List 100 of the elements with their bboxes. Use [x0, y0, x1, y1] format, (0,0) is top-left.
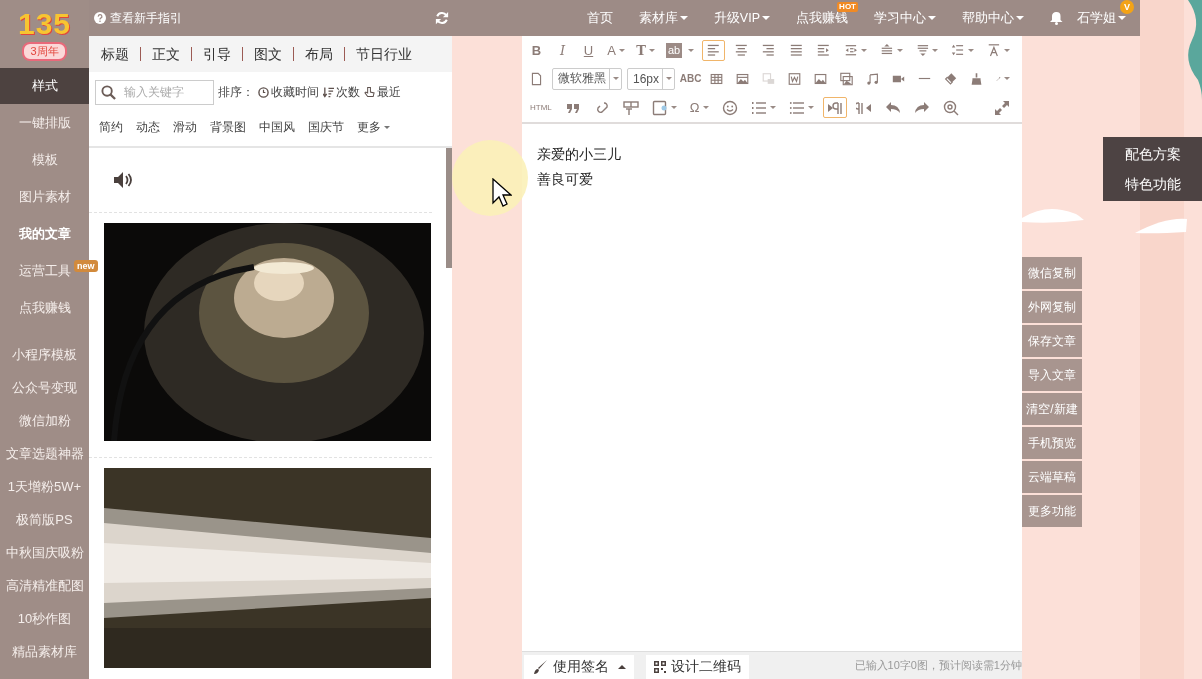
strikethrough-button[interactable]: ABC — [680, 68, 702, 90]
logo[interactable]: 135 3周年 — [0, 0, 89, 68]
nav-link[interactable]: 升级VIP — [713, 9, 770, 27]
sidebar-item[interactable]: 微信加粉 — [0, 404, 89, 437]
sidebar-item[interactable]: 一键排版 — [0, 104, 89, 141]
underline-button[interactable]: U — [578, 39, 599, 61]
sidebar-item[interactable]: 点我赚钱 — [0, 289, 89, 326]
qr-code-icon — [654, 661, 666, 673]
justify-icon — [788, 42, 804, 59]
sort-option[interactable]: 次数 — [323, 83, 360, 101]
caret-icon — [928, 16, 936, 20]
nav-link[interactable]: 素材库 — [638, 9, 688, 27]
new-badge: new — [74, 260, 98, 272]
sidebar-item[interactable]: 图片素材 — [0, 178, 89, 215]
sidebar-item[interactable]: 模板 — [0, 141, 89, 178]
left-to-right-button[interactable] — [822, 97, 847, 119]
nav-link[interactable]: 学习中心 — [874, 9, 936, 27]
select-field[interactable]: 微软雅黑 — [552, 68, 622, 90]
speaker-icon[interactable] — [113, 171, 133, 189]
html-button[interactable]: HTML — [526, 97, 556, 119]
select-field[interactable]: 16px — [627, 68, 676, 90]
clock-icon — [258, 86, 269, 98]
caret-icon — [618, 665, 626, 669]
sidebar-item[interactable]: 运营工具 — [18, 252, 71, 289]
signature-button[interactable]: 使用签名 — [524, 655, 634, 679]
sidebar-item[interactable]: 文章选题神器 — [0, 437, 89, 470]
editor-content[interactable]: 亲爱的小三儿 善良可爱 — [522, 124, 1022, 651]
text-line: 善良可爱 — [537, 170, 594, 189]
italic-button[interactable]: I — [552, 39, 573, 61]
filter-link[interactable]: 背景图 — [210, 118, 246, 136]
filter-link[interactable]: 国庆节 — [308, 118, 344, 136]
sidebar-item[interactable]: 公众号变现 — [0, 371, 89, 404]
find-icon — [942, 99, 959, 116]
action-button[interactable]: 保存文章 — [1022, 325, 1082, 357]
category-tab[interactable]: 布局 — [293, 47, 344, 61]
guide-link[interactable]: 查看新手指引 — [94, 9, 182, 27]
images-icon — [840, 71, 854, 87]
sort-option[interactable]: 最近 — [364, 83, 401, 101]
caret-icon — [1016, 16, 1024, 20]
action-button[interactable]: 更多功能 — [1022, 495, 1082, 527]
align-left-button[interactable] — [701, 39, 725, 61]
search-field[interactable]: 输入关键字 — [95, 79, 214, 105]
hot-badge: HOT — [837, 1, 858, 12]
category-tab[interactable]: 引导 — [191, 47, 242, 61]
sort-option[interactable]: 收藏时间 — [258, 83, 319, 101]
pointer-hand-icon — [364, 86, 375, 98]
highlight-button[interactable]: ab — [663, 39, 697, 61]
side-menu-item[interactable]: 配色方案 — [1103, 139, 1202, 169]
bold-button[interactable]: B — [526, 39, 547, 61]
filter-link[interactable]: 动态 — [136, 118, 160, 136]
eraser-icon — [944, 71, 958, 87]
action-button[interactable]: 手机预览 — [1022, 427, 1082, 459]
sidebar-item[interactable]: 中秋国庆吸粉 — [0, 536, 89, 569]
category-tab[interactable]: 标题 — [101, 47, 140, 61]
category-tab[interactable]: 图文 — [242, 47, 293, 61]
text-line: 亲爱的小三儿 — [537, 145, 622, 164]
qrcode-button[interactable]: 设计二维码 — [646, 655, 749, 679]
text-style-button[interactable]: T — [633, 39, 659, 61]
align-left-icon — [705, 42, 721, 59]
category-tab[interactable]: 正文 — [140, 47, 191, 61]
chart-table-icon — [736, 71, 750, 87]
nav-link[interactable]: 点我赚钱 — [796, 9, 848, 27]
nav-link[interactable]: 帮助中心 — [962, 9, 1024, 27]
sidebar-item[interactable]: 高清精准配图 — [0, 569, 89, 602]
sidebar-item[interactable]: 我的文章 — [0, 215, 89, 252]
refresh-icon[interactable] — [435, 11, 449, 25]
action-button[interactable]: 微信复制 — [1022, 257, 1082, 289]
action-button[interactable]: 外网复制 — [1022, 291, 1082, 323]
sidebar-item[interactable]: 极简版PS — [0, 503, 89, 536]
filter-link[interactable]: 中国风 — [259, 118, 295, 136]
paragraph-spacing-icon — [915, 42, 930, 59]
word-icon — [762, 71, 776, 87]
filter-link[interactable]: 滑动 — [173, 118, 197, 136]
sidebar-item[interactable]: 1天增粉5W+ — [0, 470, 89, 503]
image-icon — [814, 71, 828, 87]
smiley-icon — [721, 99, 738, 116]
action-button[interactable]: 清空/新建 — [1022, 393, 1082, 425]
font-size-icon — [987, 42, 1001, 59]
sidebar-item[interactable]: 精品素材库 — [0, 635, 89, 668]
caret-icon — [679, 16, 688, 20]
action-button[interactable]: 导入文章 — [1022, 359, 1082, 391]
filter-link[interactable]: 简约 — [99, 118, 123, 136]
bell-icon[interactable] — [1050, 11, 1063, 25]
cursor-icon — [492, 178, 512, 208]
status-text: 已输入10字0图，预计阅读需1分钟 — [854, 658, 1022, 673]
side-menu-item[interactable]: 特色功能 — [1103, 169, 1202, 199]
sort-icon — [323, 86, 334, 98]
more-link[interactable]: 更多 — [357, 118, 390, 136]
action-button[interactable]: 云端草稿 — [1022, 461, 1082, 493]
category-tab[interactable]: 节日行业 — [344, 47, 423, 61]
nav-link[interactable]: 首页 — [586, 9, 613, 27]
sidebar-item[interactable]: 小程序模板 — [0, 338, 89, 371]
special-character-button[interactable]: Ω — [685, 97, 713, 119]
sort-label: 排序： — [218, 83, 254, 101]
scrollbar[interactable] — [446, 148, 452, 268]
music-icon — [866, 71, 880, 87]
sidebar-item[interactable]: 样式 — [0, 68, 89, 104]
font-color-button[interactable]: A — [604, 39, 629, 61]
sidebar-item[interactable]: 10秒作图 — [0, 602, 89, 635]
caret-icon — [613, 77, 619, 81]
